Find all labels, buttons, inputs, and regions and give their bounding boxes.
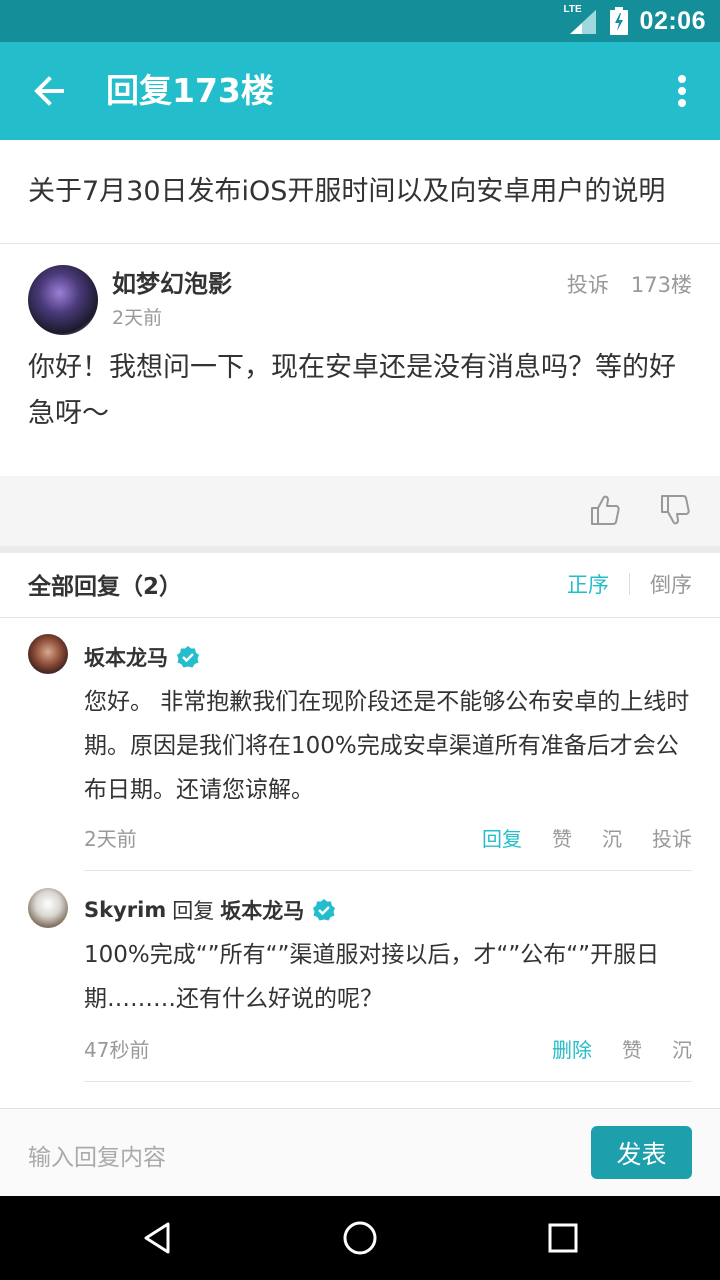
page-title: 回复173楼 [106, 71, 274, 110]
battery-icon [609, 7, 628, 35]
reply-content: 您好。 非常抱歉我们在现阶段还是不能够公布安卓的上线时期。原因是我们将在100%… [84, 689, 690, 803]
reply-input-bar: 输入回复内容 发表 [0, 1108, 720, 1196]
reply-to-username[interactable]: 坂本龙马 [220, 895, 304, 925]
reply-time: 2天前 [84, 827, 137, 851]
reply-time: 47秒前 [84, 1038, 150, 1062]
app-bar: 回复173楼 [0, 42, 720, 140]
floor-content: 你好！我想问一下，现在安卓还是没有消息吗？等的好急呀～ [28, 352, 676, 429]
thumb-down-icon[interactable] [660, 494, 690, 526]
back-arrow-icon[interactable] [28, 68, 72, 114]
reply-header: 坂本龙马 [84, 642, 200, 672]
thread-title: 关于7月30日发布iOS开服时间以及向安卓用户的说明 [28, 176, 666, 207]
reply-username[interactable]: Skyrim [84, 898, 166, 922]
verified-badge-icon [177, 646, 199, 668]
sink-button[interactable]: 沉 [602, 823, 622, 852]
clock: 02:06 [639, 6, 706, 35]
reply-button[interactable]: 回复 [482, 823, 522, 852]
avatar[interactable] [28, 634, 68, 674]
floor-username[interactable]: 如梦幻泡影 [112, 264, 232, 299]
sort-desc-button[interactable]: 倒序 [650, 569, 692, 599]
floor-post: 如梦幻泡影 2天前 投诉 173楼 你好！我想问一下，现在安卓还是没有消息吗？等… [0, 245, 720, 475]
avatar[interactable] [28, 265, 98, 335]
vote-bar [0, 476, 720, 546]
replies-header: 全部回复（2） 正序 倒序 [0, 553, 720, 618]
floor-actions: 投诉 173楼 [567, 269, 692, 299]
floor-time: 2天前 [112, 307, 163, 329]
report-button[interactable]: 投诉 [567, 269, 609, 299]
reply-username[interactable]: 坂本龙马 [84, 642, 168, 672]
avatar[interactable] [28, 888, 68, 928]
send-button[interactable]: 发表 [591, 1126, 692, 1179]
divider [84, 1081, 692, 1082]
report-button[interactable]: 投诉 [652, 823, 692, 852]
status-bar: LTE 02:06 [0, 0, 720, 42]
reply-word: 回复 [172, 899, 215, 923]
back-triangle-icon[interactable] [138, 1218, 178, 1258]
recents-square-icon[interactable] [543, 1218, 583, 1258]
verified-badge-icon [313, 899, 336, 921]
divider [84, 870, 692, 871]
system-nav-bar [0, 1196, 720, 1280]
sort-separator [629, 573, 630, 595]
like-button[interactable]: 赞 [552, 823, 572, 852]
delete-button[interactable]: 删除 [552, 1034, 592, 1063]
reply-input[interactable]: 输入回复内容 [28, 1138, 166, 1172]
lte-signal-icon: LTE [564, 4, 598, 34]
home-circle-icon[interactable] [340, 1218, 380, 1258]
sort-toggle: 正序 倒序 [567, 569, 692, 599]
sink-button[interactable]: 沉 [672, 1034, 692, 1063]
thumb-up-icon[interactable] [590, 494, 620, 526]
thread-title-bar[interactable]: 关于7月30日发布iOS开服时间以及向安卓用户的说明 [0, 140, 720, 244]
sort-asc-button[interactable]: 正序 [567, 569, 609, 599]
more-vert-icon[interactable] [670, 68, 694, 114]
reply-content: 100%完成“”所有“”渠道服对接以后，才“”公布“”开服日期………还有什么好说… [84, 942, 660, 1012]
floor-number: 173楼 [630, 273, 692, 297]
like-button[interactable]: 赞 [622, 1034, 642, 1063]
section-divider [0, 546, 720, 553]
reply-header: Skyrim 回复 坂本龙马 [84, 895, 336, 925]
replies-count-label: 全部回复（2） [28, 574, 183, 600]
